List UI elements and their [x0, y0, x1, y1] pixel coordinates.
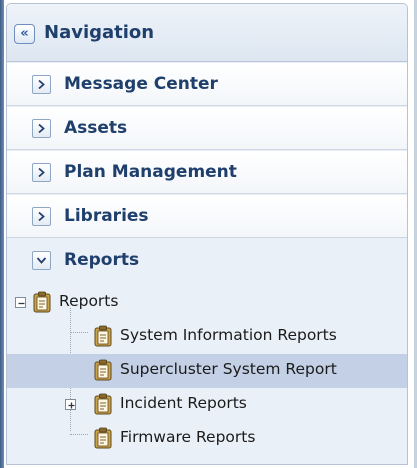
clipboard-icon — [33, 291, 51, 317]
clipboard-icon — [94, 359, 112, 385]
accordion-plan-management[interactable]: Plan Management — [7, 151, 407, 194]
tree-node-system-information-reports[interactable]: System Information Reports — [7, 320, 407, 354]
accordion-label: Message Center — [64, 74, 218, 94]
plus-expander-icon[interactable] — [65, 399, 76, 410]
minus-expander-icon[interactable] — [15, 297, 26, 308]
accordion-assets[interactable]: Assets — [7, 107, 407, 150]
tree-node-firmware-reports[interactable]: Firmware Reports — [7, 422, 407, 456]
tree-node-supercluster-system-report[interactable]: Supercluster System Report — [7, 354, 407, 388]
tree-node-label[interactable]: Supercluster System Report — [120, 360, 337, 378]
accordion-label: Reports — [64, 250, 140, 270]
clipboard-icon — [94, 393, 112, 419]
accordion-message-center[interactable]: Message Center — [7, 63, 407, 106]
expand-toggle-icon[interactable] — [32, 75, 51, 94]
navigation-header: « Navigation — [7, 4, 407, 62]
double-chevron-left-icon: « — [20, 26, 29, 41]
expand-toggle-icon[interactable] — [32, 163, 51, 182]
collapse-panel-button[interactable]: « — [14, 24, 35, 44]
expand-toggle-icon[interactable] — [32, 119, 51, 138]
tree-node-incident-reports[interactable]: Incident Reports — [7, 388, 407, 422]
navigation-panel: « Navigation Message Center Assets Plan … — [6, 3, 408, 465]
window-left-edge — [0, 0, 4, 468]
tree-node-label[interactable]: Reports — [59, 292, 118, 310]
tree-node-label[interactable]: Incident Reports — [120, 394, 247, 412]
accordion-label: Plan Management — [64, 162, 237, 182]
clipboard-icon — [94, 427, 112, 453]
accordion-label: Assets — [64, 118, 128, 138]
accordion-label: Libraries — [64, 206, 149, 226]
tree-node-reports[interactable]: Reports — [7, 286, 407, 320]
expand-toggle-icon[interactable] — [32, 207, 51, 226]
navigation-title: Navigation — [44, 22, 155, 43]
tree-node-label[interactable]: System Information Reports — [120, 326, 337, 344]
clipboard-icon — [94, 325, 112, 351]
collapse-toggle-icon[interactable] — [32, 251, 51, 270]
app-frame: « Navigation Message Center Assets Plan … — [0, 0, 417, 468]
accordion-libraries[interactable]: Libraries — [7, 195, 407, 238]
accordion-reports[interactable]: Reports — [7, 239, 407, 282]
tree-node-label[interactable]: Firmware Reports — [120, 428, 255, 446]
